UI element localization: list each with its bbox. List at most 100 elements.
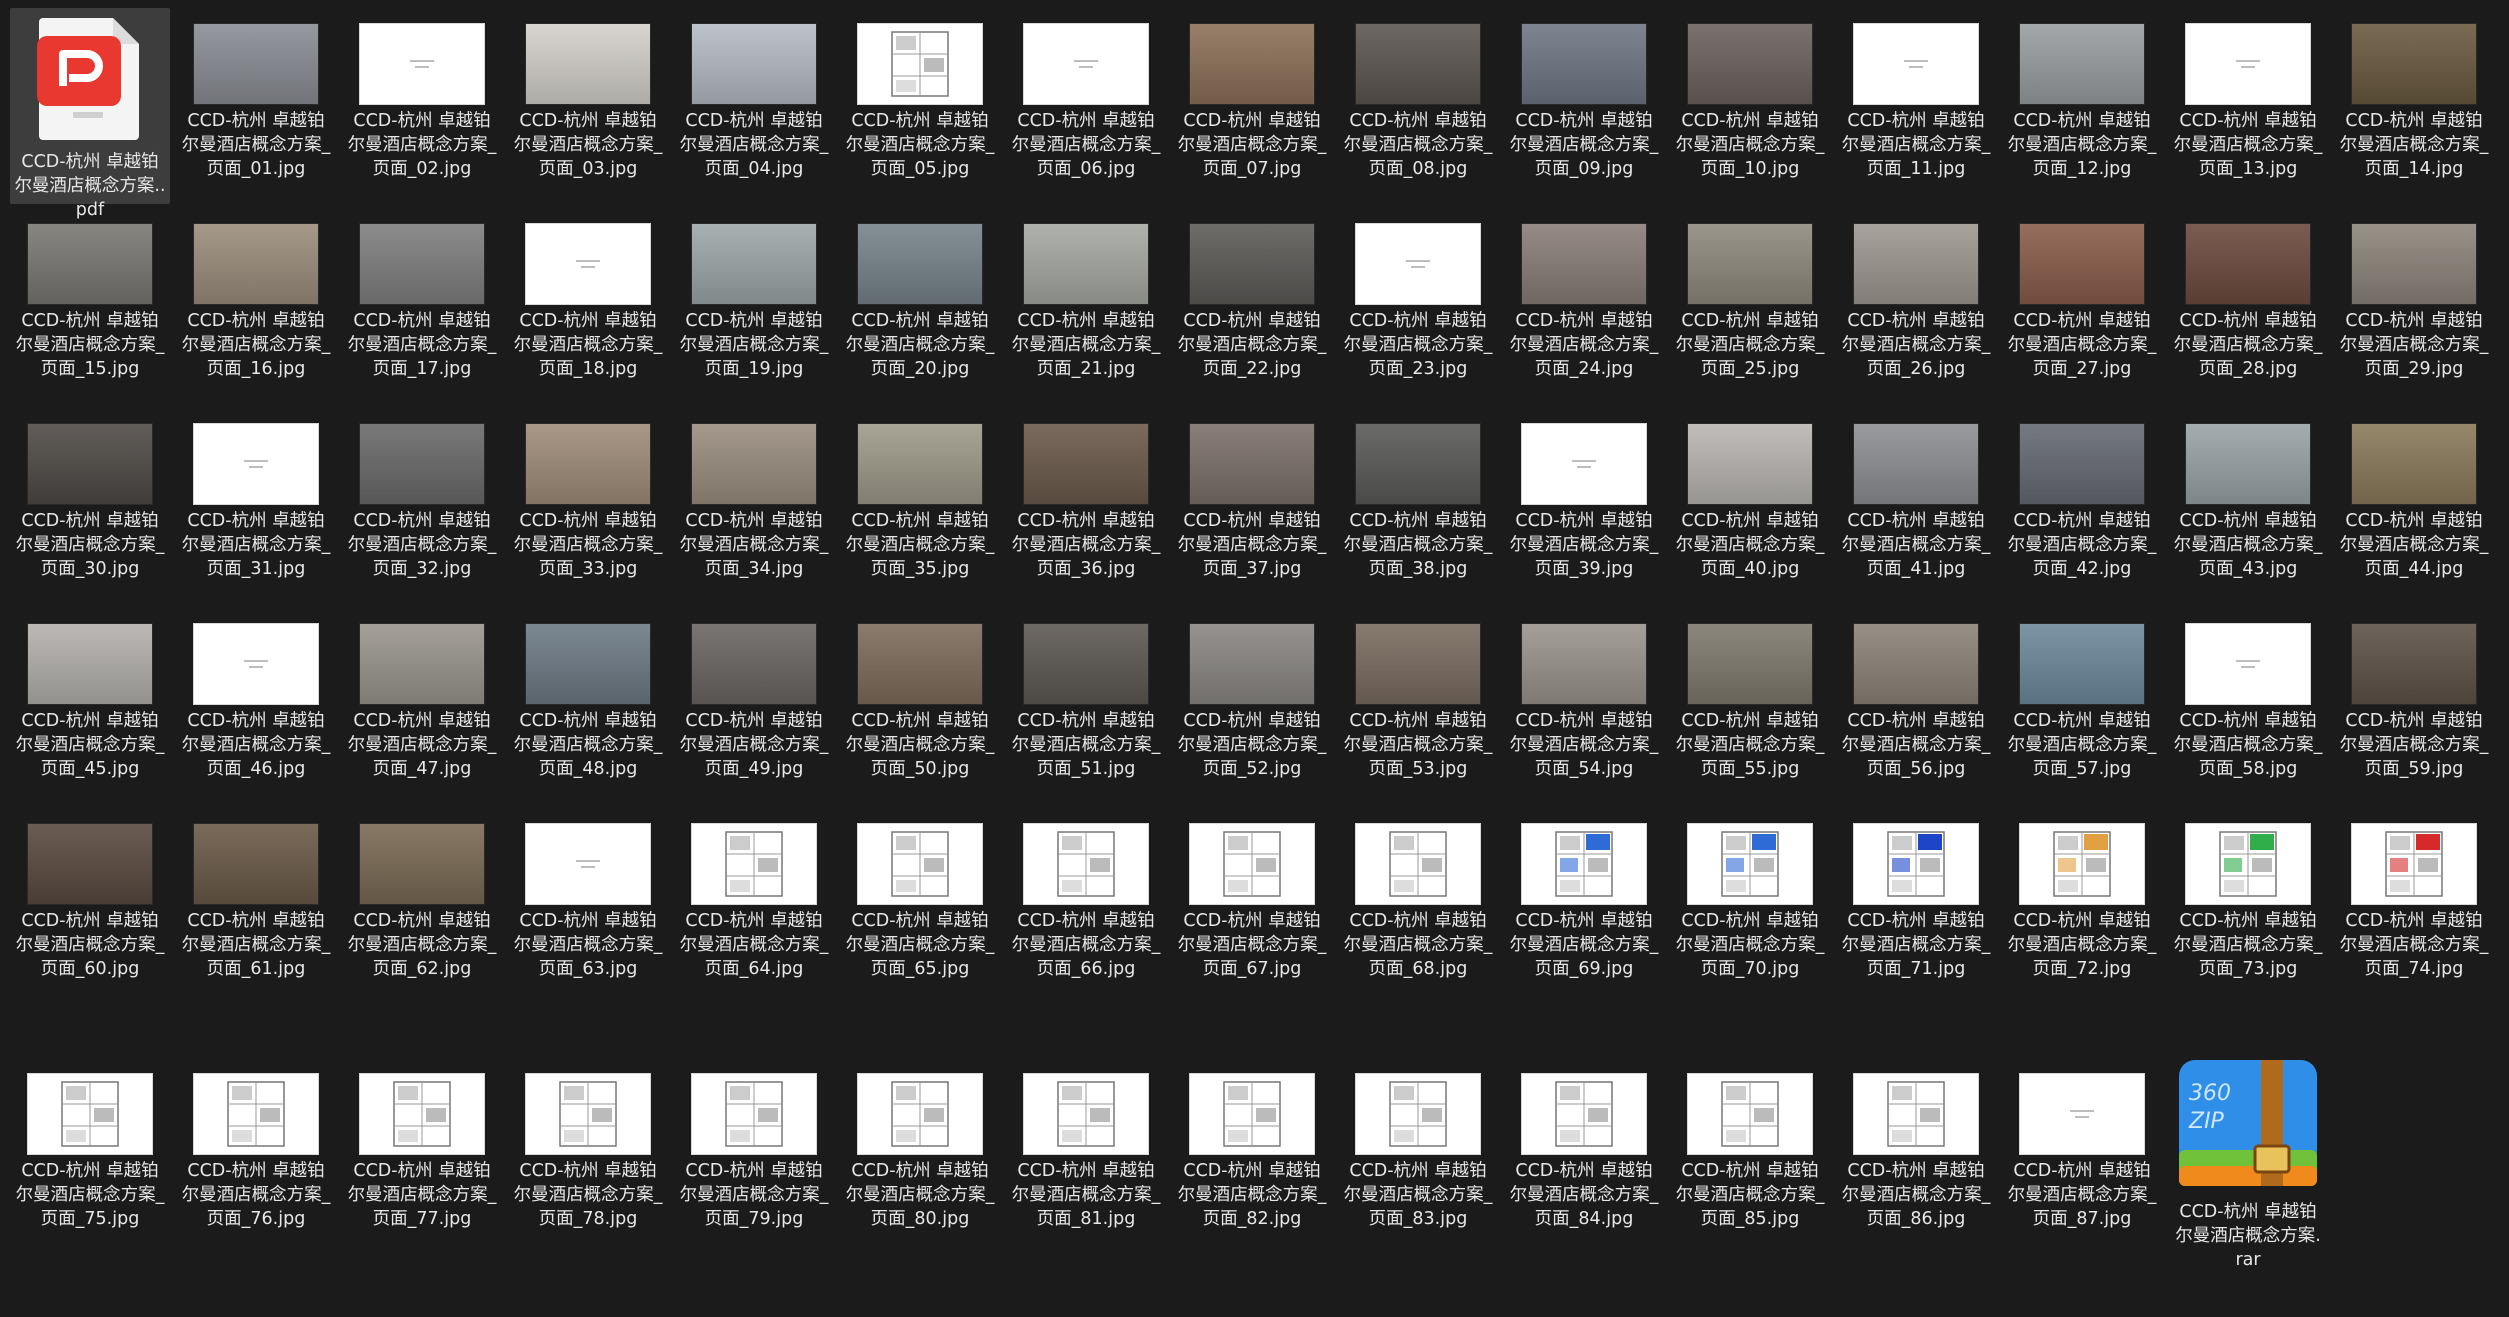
file-item[interactable]: CCD-杭州 卓越铂尔曼酒店概念方案_页面_14.jpg bbox=[2334, 8, 2494, 204]
file-name-label: CCD-杭州 卓越铂尔曼酒店概念方案_页面_27.jpg bbox=[2007, 311, 2157, 379]
file-item[interactable]: CCD-杭州 卓越铂尔曼酒店概念方案_页面_41.jpg bbox=[1836, 408, 1996, 604]
file-item[interactable]: CCD-杭州 卓越铂尔曼酒店概念方案_页面_18.jpg bbox=[508, 208, 668, 404]
file-item[interactable]: CCD-杭州 卓越铂尔曼酒店概念方案_页面_07.jpg bbox=[1172, 8, 1332, 204]
file-item[interactable]: CCD-杭州 卓越铂尔曼酒店概念方案_页面_86.jpg bbox=[1836, 1058, 1996, 1254]
file-item[interactable]: CCD-杭州 卓越铂尔曼酒店概念方案_页面_84.jpg bbox=[1504, 1058, 1664, 1254]
file-item[interactable]: CCD-杭州 卓越铂尔曼酒店概念方案_页面_25.jpg bbox=[1670, 208, 1830, 404]
file-item[interactable]: CCD-杭州 卓越铂尔曼酒店概念方案_页面_20.jpg bbox=[840, 208, 1000, 404]
file-name-label: CCD-杭州 卓越铂尔曼酒店概念方案_页面_55.jpg bbox=[1675, 711, 1825, 779]
file-item[interactable]: CCD-杭州 卓越铂尔曼酒店概念方案..pdf bbox=[10, 8, 170, 220]
file-item[interactable]: CCD-杭州 卓越铂尔曼酒店概念方案_页面_34.jpg bbox=[674, 408, 834, 604]
image-thumbnail bbox=[2351, 623, 2477, 705]
file-item[interactable]: CCD-杭州 卓越铂尔曼酒店概念方案_页面_78.jpg bbox=[508, 1058, 668, 1254]
file-item[interactable]: CCD-杭州 卓越铂尔曼酒店概念方案_页面_39.jpg bbox=[1504, 408, 1664, 604]
file-item[interactable]: CCD-杭州 卓越铂尔曼酒店概念方案_页面_15.jpg bbox=[10, 208, 170, 404]
floor-plan-thumbnail bbox=[857, 823, 983, 905]
floor-plan-thumbnail bbox=[27, 1073, 153, 1155]
file-item[interactable]: CCD-杭州 卓越铂尔曼酒店概念方案_页面_50.jpg bbox=[840, 608, 1000, 804]
file-item[interactable]: CCD-杭州 卓越铂尔曼酒店概念方案_页面_11.jpg bbox=[1836, 8, 1996, 204]
file-item[interactable]: CCD-杭州 卓越铂尔曼酒店概念方案_页面_10.jpg bbox=[1670, 8, 1830, 204]
file-item[interactable]: CCD-杭州 卓越铂尔曼酒店概念方案_页面_77.jpg bbox=[342, 1058, 502, 1254]
file-item[interactable]: CCD-杭州 卓越铂尔曼酒店概念方案_页面_21.jpg bbox=[1006, 208, 1166, 404]
file-item[interactable]: CCD-杭州 卓越铂尔曼酒店概念方案_页面_06.jpg bbox=[1006, 8, 1166, 204]
file-item[interactable]: CCD-杭州 卓越铂尔曼酒店概念方案_页面_08.jpg bbox=[1338, 8, 1498, 204]
file-item[interactable]: CCD-杭州 卓越铂尔曼酒店概念方案_页面_83.jpg bbox=[1338, 1058, 1498, 1254]
file-item[interactable]: CCD-杭州 卓越铂尔曼酒店概念方案_页面_04.jpg bbox=[674, 8, 834, 204]
file-item[interactable]: CCD-杭州 卓越铂尔曼酒店概念方案_页面_12.jpg bbox=[2002, 8, 2162, 204]
file-item[interactable]: CCD-杭州 卓越铂尔曼酒店概念方案_页面_60.jpg bbox=[10, 808, 170, 1004]
file-item[interactable]: CCD-杭州 卓越铂尔曼酒店概念方案_页面_02.jpg bbox=[342, 8, 502, 204]
file-item[interactable]: CCD-杭州 卓越铂尔曼酒店概念方案_页面_35.jpg bbox=[840, 408, 1000, 604]
file-item[interactable]: CCD-杭州 卓越铂尔曼酒店概念方案_页面_43.jpg bbox=[2168, 408, 2328, 604]
file-item[interactable]: CCD-杭州 卓越铂尔曼酒店概念方案_页面_19.jpg bbox=[674, 208, 834, 404]
file-item[interactable]: CCD-杭州 卓越铂尔曼酒店概念方案_页面_29.jpg bbox=[2334, 208, 2494, 404]
file-item[interactable]: CCD-杭州 卓越铂尔曼酒店概念方案_页面_70.jpg bbox=[1670, 808, 1830, 1004]
file-item[interactable]: CCD-杭州 卓越铂尔曼酒店概念方案_页面_40.jpg bbox=[1670, 408, 1830, 604]
file-item[interactable]: CCD-杭州 卓越铂尔曼酒店概念方案_页面_28.jpg bbox=[2168, 208, 2328, 404]
file-item[interactable]: CCD-杭州 卓越铂尔曼酒店概念方案_页面_49.jpg bbox=[674, 608, 834, 804]
file-item[interactable]: CCD-杭州 卓越铂尔曼酒店概念方案_页面_17.jpg bbox=[342, 208, 502, 404]
text-page-thumbnail bbox=[1853, 23, 1979, 105]
file-item[interactable]: CCD-杭州 卓越铂尔曼酒店概念方案_页面_73.jpg bbox=[2168, 808, 2328, 1004]
file-item[interactable]: CCD-杭州 卓越铂尔曼酒店概念方案_页面_56.jpg bbox=[1836, 608, 1996, 804]
file-item[interactable]: CCD-杭州 卓越铂尔曼酒店概念方案_页面_87.jpg bbox=[2002, 1058, 2162, 1254]
file-item[interactable]: CCD-杭州 卓越铂尔曼酒店概念方案_页面_62.jpg bbox=[342, 808, 502, 1004]
file-item[interactable]: CCD-杭州 卓越铂尔曼酒店概念方案_页面_67.jpg bbox=[1172, 808, 1332, 1004]
file-item[interactable]: CCD-杭州 卓越铂尔曼酒店概念方案_页面_64.jpg bbox=[674, 808, 834, 1004]
file-item[interactable]: CCD-杭州 卓越铂尔曼酒店概念方案_页面_23.jpg bbox=[1338, 208, 1498, 404]
file-item[interactable]: CCD-杭州 卓越铂尔曼酒店概念方案_页面_42.jpg bbox=[2002, 408, 2162, 604]
file-item[interactable]: CCD-杭州 卓越铂尔曼酒店概念方案_页面_61.jpg bbox=[176, 808, 336, 1004]
file-item[interactable]: CCD-杭州 卓越铂尔曼酒店概念方案_页面_31.jpg bbox=[176, 408, 336, 604]
file-item[interactable]: CCD-杭州 卓越铂尔曼酒店概念方案_页面_38.jpg bbox=[1338, 408, 1498, 604]
file-item[interactable]: CCD-杭州 卓越铂尔曼酒店概念方案_页面_30.jpg bbox=[10, 408, 170, 604]
file-name-label: CCD-杭州 卓越铂尔曼酒店概念方案_页面_09.jpg bbox=[1509, 111, 1659, 179]
file-item[interactable]: CCD-杭州 卓越铂尔曼酒店概念方案_页面_72.jpg bbox=[2002, 808, 2162, 1004]
file-item[interactable]: CCD-杭州 卓越铂尔曼酒店概念方案_页面_03.jpg bbox=[508, 8, 668, 204]
file-name-label: CCD-杭州 卓越铂尔曼酒店概念方案_页面_62.jpg bbox=[347, 911, 497, 979]
file-item[interactable]: CCD-杭州 卓越铂尔曼酒店概念方案_页面_76.jpg bbox=[176, 1058, 336, 1254]
file-item[interactable]: CCD-杭州 卓越铂尔曼酒店概念方案_页面_01.jpg bbox=[176, 8, 336, 204]
file-item[interactable]: CCD-杭州 卓越铂尔曼酒店概念方案_页面_63.jpg bbox=[508, 808, 668, 1004]
file-item[interactable]: CCD-杭州 卓越铂尔曼酒店概念方案_页面_05.jpg bbox=[840, 8, 1000, 204]
file-item[interactable]: CCD-杭州 卓越铂尔曼酒店概念方案_页面_74.jpg bbox=[2334, 808, 2494, 1004]
file-item[interactable]: CCD-杭州 卓越铂尔曼酒店概念方案_页面_75.jpg bbox=[10, 1058, 170, 1254]
file-item[interactable]: CCD-杭州 卓越铂尔曼酒店概念方案_页面_47.jpg bbox=[342, 608, 502, 804]
file-item[interactable]: CCD-杭州 卓越铂尔曼酒店概念方案_页面_68.jpg bbox=[1338, 808, 1498, 1004]
file-item[interactable]: 360 ZIP CCD-杭州 卓越铂尔曼酒店概念方案.rar bbox=[2168, 1058, 2328, 1270]
file-item[interactable]: CCD-杭州 卓越铂尔曼酒店概念方案_页面_80.jpg bbox=[840, 1058, 1000, 1254]
file-name-label: CCD-杭州 卓越铂尔曼酒店概念方案_页面_05.jpg bbox=[845, 111, 995, 179]
file-item[interactable]: CCD-杭州 卓越铂尔曼酒店概念方案_页面_58.jpg bbox=[2168, 608, 2328, 804]
image-thumbnail bbox=[1521, 23, 1647, 105]
file-item[interactable]: CCD-杭州 卓越铂尔曼酒店概念方案_页面_52.jpg bbox=[1172, 608, 1332, 804]
file-item[interactable]: CCD-杭州 卓越铂尔曼酒店概念方案_页面_81.jpg bbox=[1006, 1058, 1166, 1254]
file-item[interactable]: CCD-杭州 卓越铂尔曼酒店概念方案_页面_26.jpg bbox=[1836, 208, 1996, 404]
file-item[interactable]: CCD-杭州 卓越铂尔曼酒店概念方案_页面_71.jpg bbox=[1836, 808, 1996, 1004]
file-item[interactable]: CCD-杭州 卓越铂尔曼酒店概念方案_页面_16.jpg bbox=[176, 208, 336, 404]
file-item[interactable]: CCD-杭州 卓越铂尔曼酒店概念方案_页面_48.jpg bbox=[508, 608, 668, 804]
file-item[interactable]: CCD-杭州 卓越铂尔曼酒店概念方案_页面_55.jpg bbox=[1670, 608, 1830, 804]
file-item[interactable]: CCD-杭州 卓越铂尔曼酒店概念方案_页面_59.jpg bbox=[2334, 608, 2494, 804]
file-item[interactable]: CCD-杭州 卓越铂尔曼酒店概念方案_页面_82.jpg bbox=[1172, 1058, 1332, 1254]
file-item[interactable]: CCD-杭州 卓越铂尔曼酒店概念方案_页面_22.jpg bbox=[1172, 208, 1332, 404]
file-item[interactable]: CCD-杭州 卓越铂尔曼酒店概念方案_页面_54.jpg bbox=[1504, 608, 1664, 804]
file-item[interactable]: CCD-杭州 卓越铂尔曼酒店概念方案_页面_85.jpg bbox=[1670, 1058, 1830, 1254]
image-thumbnail bbox=[27, 823, 153, 905]
file-item[interactable]: CCD-杭州 卓越铂尔曼酒店概念方案_页面_45.jpg bbox=[10, 608, 170, 804]
file-item[interactable]: CCD-杭州 卓越铂尔曼酒店概念方案_页面_24.jpg bbox=[1504, 208, 1664, 404]
file-item[interactable]: CCD-杭州 卓越铂尔曼酒店概念方案_页面_27.jpg bbox=[2002, 208, 2162, 404]
file-item[interactable]: CCD-杭州 卓越铂尔曼酒店概念方案_页面_66.jpg bbox=[1006, 808, 1166, 1004]
file-item[interactable]: CCD-杭州 卓越铂尔曼酒店概念方案_页面_69.jpg bbox=[1504, 808, 1664, 1004]
file-item[interactable]: CCD-杭州 卓越铂尔曼酒店概念方案_页面_37.jpg bbox=[1172, 408, 1332, 604]
file-item[interactable]: CCD-杭州 卓越铂尔曼酒店概念方案_页面_13.jpg bbox=[2168, 8, 2328, 204]
file-item[interactable]: CCD-杭州 卓越铂尔曼酒店概念方案_页面_51.jpg bbox=[1006, 608, 1166, 804]
file-item[interactable]: CCD-杭州 卓越铂尔曼酒店概念方案_页面_57.jpg bbox=[2002, 608, 2162, 804]
file-item[interactable]: CCD-杭州 卓越铂尔曼酒店概念方案_页面_33.jpg bbox=[508, 408, 668, 604]
file-item[interactable]: CCD-杭州 卓越铂尔曼酒店概念方案_页面_32.jpg bbox=[342, 408, 502, 604]
file-item[interactable]: CCD-杭州 卓越铂尔曼酒店概念方案_页面_46.jpg bbox=[176, 608, 336, 804]
file-item[interactable]: CCD-杭州 卓越铂尔曼酒店概念方案_页面_53.jpg bbox=[1338, 608, 1498, 804]
file-item[interactable]: CCD-杭州 卓越铂尔曼酒店概念方案_页面_79.jpg bbox=[674, 1058, 834, 1254]
file-item[interactable]: CCD-杭州 卓越铂尔曼酒店概念方案_页面_44.jpg bbox=[2334, 408, 2494, 604]
file-item[interactable]: CCD-杭州 卓越铂尔曼酒店概念方案_页面_36.jpg bbox=[1006, 408, 1166, 604]
file-item[interactable]: CCD-杭州 卓越铂尔曼酒店概念方案_页面_09.jpg bbox=[1504, 8, 1664, 204]
file-item[interactable]: CCD-杭州 卓越铂尔曼酒店概念方案_页面_65.jpg bbox=[840, 808, 1000, 1004]
